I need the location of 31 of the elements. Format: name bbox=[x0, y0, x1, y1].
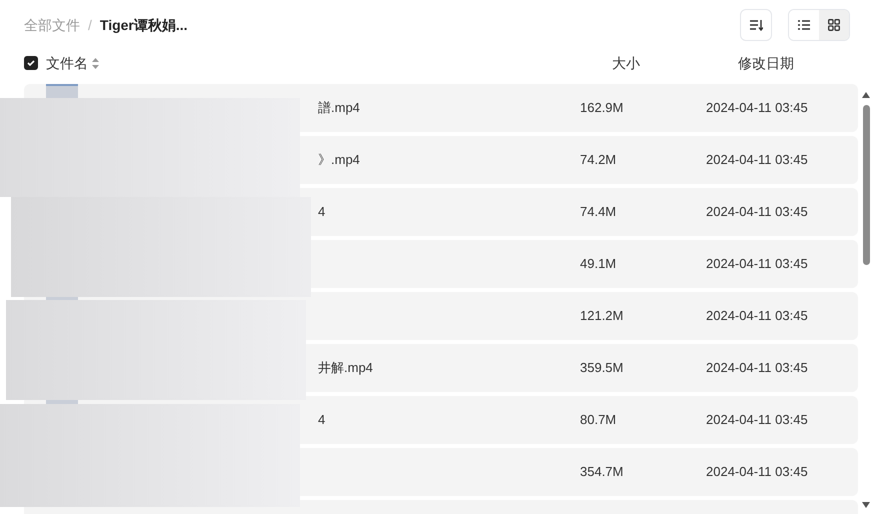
breadcrumb-separator: / bbox=[88, 16, 92, 34]
file-size: 80.7M bbox=[580, 411, 618, 430]
file-date: 2024-04-11 03:45 bbox=[706, 151, 809, 170]
file-date: 2024-04-11 03:45 bbox=[706, 255, 809, 274]
select-all-checkbox[interactable] bbox=[24, 56, 38, 70]
file-date: 2024-04-11 03:45 bbox=[706, 203, 809, 222]
sort-arrows-icon bbox=[92, 58, 99, 68]
sort-icon bbox=[749, 19, 763, 31]
file-size: 74.4M bbox=[580, 203, 618, 222]
file-size: 162.9M bbox=[580, 99, 624, 118]
file-size: 359.5M bbox=[580, 359, 624, 378]
file-date: 2024-04-11 03:45 bbox=[706, 359, 809, 378]
grid-icon bbox=[828, 19, 840, 31]
sort-button[interactable] bbox=[740, 9, 772, 41]
file-date: 2024-04-11 03:45 bbox=[706, 307, 809, 326]
file-date: 2024-04-11 03:45 bbox=[706, 99, 809, 118]
column-header[interactable]: 文件名 bbox=[46, 52, 88, 74]
file-date: 2024-04-11 03:45 bbox=[706, 463, 809, 482]
file-size: 49.1M bbox=[580, 255, 618, 274]
breadcrumb-link[interactable]: Tiger谭秋娟... bbox=[100, 14, 188, 36]
view-toggle[interactable] bbox=[819, 10, 849, 40]
file-size: 354.7M bbox=[580, 463, 624, 482]
list-icon bbox=[798, 20, 810, 30]
check-icon bbox=[26, 58, 36, 68]
file-size: 74.2M bbox=[580, 151, 618, 170]
file-size: 121.2M bbox=[580, 307, 624, 326]
column-header: 大小 bbox=[612, 54, 641, 72]
scroll-down-icon bbox=[862, 502, 870, 508]
scroll-up-icon bbox=[862, 92, 870, 98]
column-header: 修改日期 bbox=[738, 54, 795, 72]
file-date: 2024-04-11 03:45 bbox=[706, 411, 809, 430]
